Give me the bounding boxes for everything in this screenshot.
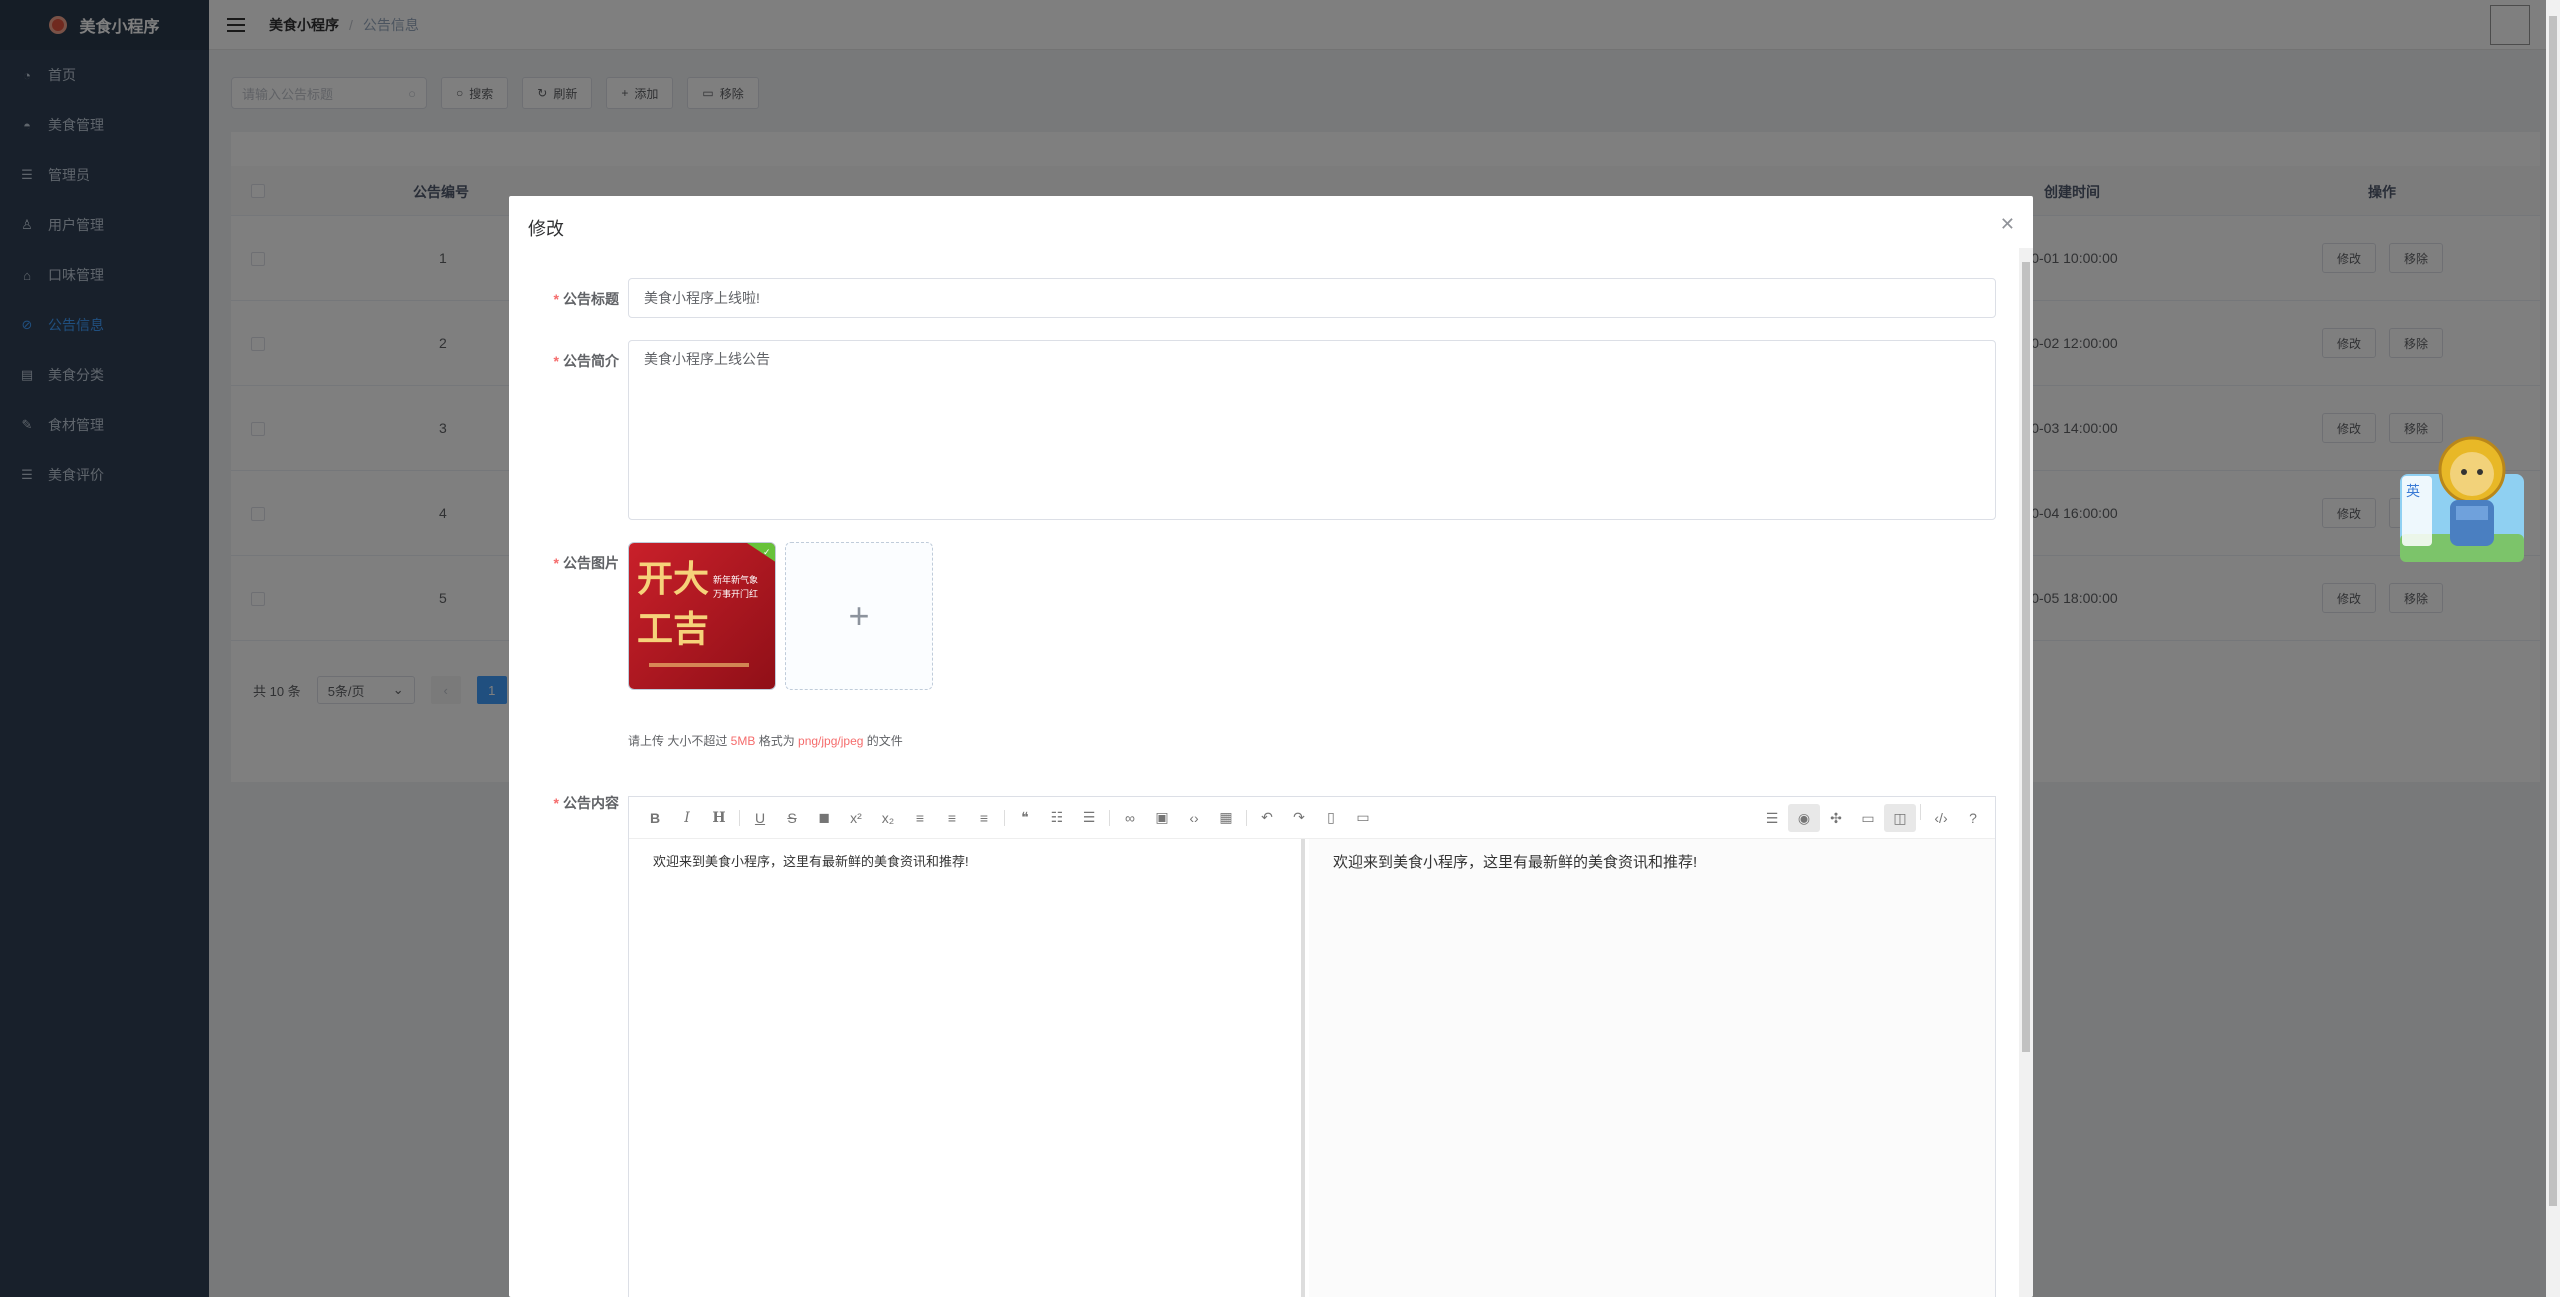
dialog-title: 修改 <box>528 219 564 239</box>
tip-formats: png/jpg/jpeg <box>798 734 864 748</box>
poster-text-3: 新年新气象 <box>713 574 758 586</box>
strikethrough-icon[interactable]: S <box>776 804 808 832</box>
window-icon[interactable]: ▭ <box>1852 804 1884 832</box>
title-label-text: 公告标题 <box>563 291 619 307</box>
image-icon[interactable]: ▣ <box>1146 804 1178 832</box>
image-label-text: 公告图片 <box>563 555 619 571</box>
align-right-icon[interactable]: ≡ <box>968 804 1000 832</box>
superscript-icon[interactable]: x² <box>840 804 872 832</box>
mascot-widget[interactable]: 英 <box>2396 434 2528 566</box>
markdown-editor: B I H U S ◼ x² x₂ ≡ ≡ ≡ ❝ ☷ ☰ ∞ ▣ ‹› ▦ ↶… <box>628 796 1996 1297</box>
split-view-icon[interactable]: ◫ <box>1884 804 1916 832</box>
link-icon[interactable]: ∞ <box>1114 804 1146 832</box>
tip-pre: 请上传 大小不超过 <box>628 734 731 748</box>
upload-tip: 请上传 大小不超过 5MB 格式为 png/jpg/jpeg 的文件 <box>628 732 903 749</box>
tip-mid: 格式为 <box>755 734 799 748</box>
ordered-list-icon[interactable]: ☷ <box>1041 804 1073 832</box>
page-scrollbar[interactable] <box>2546 0 2560 1297</box>
table-icon[interactable]: ▦ <box>1210 804 1242 832</box>
align-left-icon[interactable]: ≡ <box>904 804 936 832</box>
help-icon[interactable]: ? <box>1957 804 1989 832</box>
editor-toolbar-right: ☰ ◉ ✣ ▭ ◫ ‹/› ? <box>1756 804 1989 832</box>
fullscreen-icon[interactable]: ✣ <box>1820 804 1852 832</box>
tip-size: 5MB <box>730 734 756 748</box>
bookmark-icon[interactable]: ◼ <box>808 804 840 832</box>
heading-icon[interactable]: H <box>703 804 735 832</box>
italic-icon[interactable]: I <box>671 804 703 832</box>
dialog-scrollbar-thumb[interactable] <box>2022 262 2030 1052</box>
plus-icon: + <box>848 595 870 636</box>
poster-text-4: 万事开门红 <box>713 588 758 600</box>
poster-image: 开大 工吉 新年新气象 万事开门红 ✓ <box>629 543 775 689</box>
intro-label-text: 公告简介 <box>563 353 619 369</box>
editor-toolbar: B I H U S ◼ x² x₂ ≡ ≡ ≡ ❝ ☷ ☰ ∞ ▣ ‹› ▦ ↶… <box>629 797 1995 839</box>
mascot-badge: 英 <box>2406 483 2420 500</box>
align-center-icon[interactable]: ≡ <box>936 804 968 832</box>
undo-icon[interactable]: ↶ <box>1251 804 1283 832</box>
poster-text-2: 工吉 <box>637 609 709 650</box>
page-scrollbar-thumb[interactable] <box>2549 16 2557 1206</box>
close-icon[interactable]: ✕ <box>2000 214 2015 235</box>
edit-dialog: 修改 ✕ * 公告标题 美食小程序上线啦! * 公告简介 美食小程序上线公告 * 公告… <box>509 196 2033 1297</box>
intro-label: * 公告简介 <box>553 353 619 369</box>
svg-text:✓: ✓ <box>763 548 771 558</box>
bold-icon[interactable]: B <box>639 804 671 832</box>
markdown-source[interactable]: 欢迎来到美食小程序，这里有最新鲜的美食资讯和推荐! <box>629 839 1305 1297</box>
title-input[interactable]: 美食小程序上线啦! <box>628 278 1996 318</box>
intro-textarea[interactable]: 美食小程序上线公告 <box>628 340 1996 520</box>
uploaded-image[interactable]: 开大 工吉 新年新气象 万事开门红 ✓ <box>628 542 776 690</box>
redo-icon[interactable]: ↷ <box>1283 804 1315 832</box>
quote-icon[interactable]: ❝ <box>1009 804 1041 832</box>
title-label: * 公告标题 <box>553 291 619 307</box>
markdown-preview: 欢迎来到美食小程序，这里有最新鲜的美食资讯和推荐! <box>1309 839 1995 1297</box>
unordered-list-icon[interactable]: ☰ <box>1073 804 1105 832</box>
html-code-icon[interactable]: ‹/› <box>1925 804 1957 832</box>
navigation-icon[interactable]: ☰ <box>1756 804 1788 832</box>
poster-text-1: 开大 <box>637 559 709 600</box>
underline-icon[interactable]: U <box>744 804 776 832</box>
mascot-image: 英 <box>2400 436 2524 562</box>
save-icon[interactable]: ▭ <box>1347 804 1379 832</box>
content-label: * 公告内容 <box>553 795 619 811</box>
image-label: * 公告图片 <box>553 555 619 571</box>
upload-add-button[interactable]: + <box>785 542 933 690</box>
trash-icon[interactable]: ▯ <box>1315 804 1347 832</box>
code-icon[interactable]: ‹› <box>1178 804 1210 832</box>
preview-toggle-icon[interactable]: ◉ <box>1788 804 1820 832</box>
subscript-icon[interactable]: x₂ <box>872 804 904 832</box>
tip-post: 的文件 <box>863 734 903 748</box>
content-label-text: 公告内容 <box>563 795 619 811</box>
dialog-scrollbar[interactable] <box>2019 248 2033 1297</box>
